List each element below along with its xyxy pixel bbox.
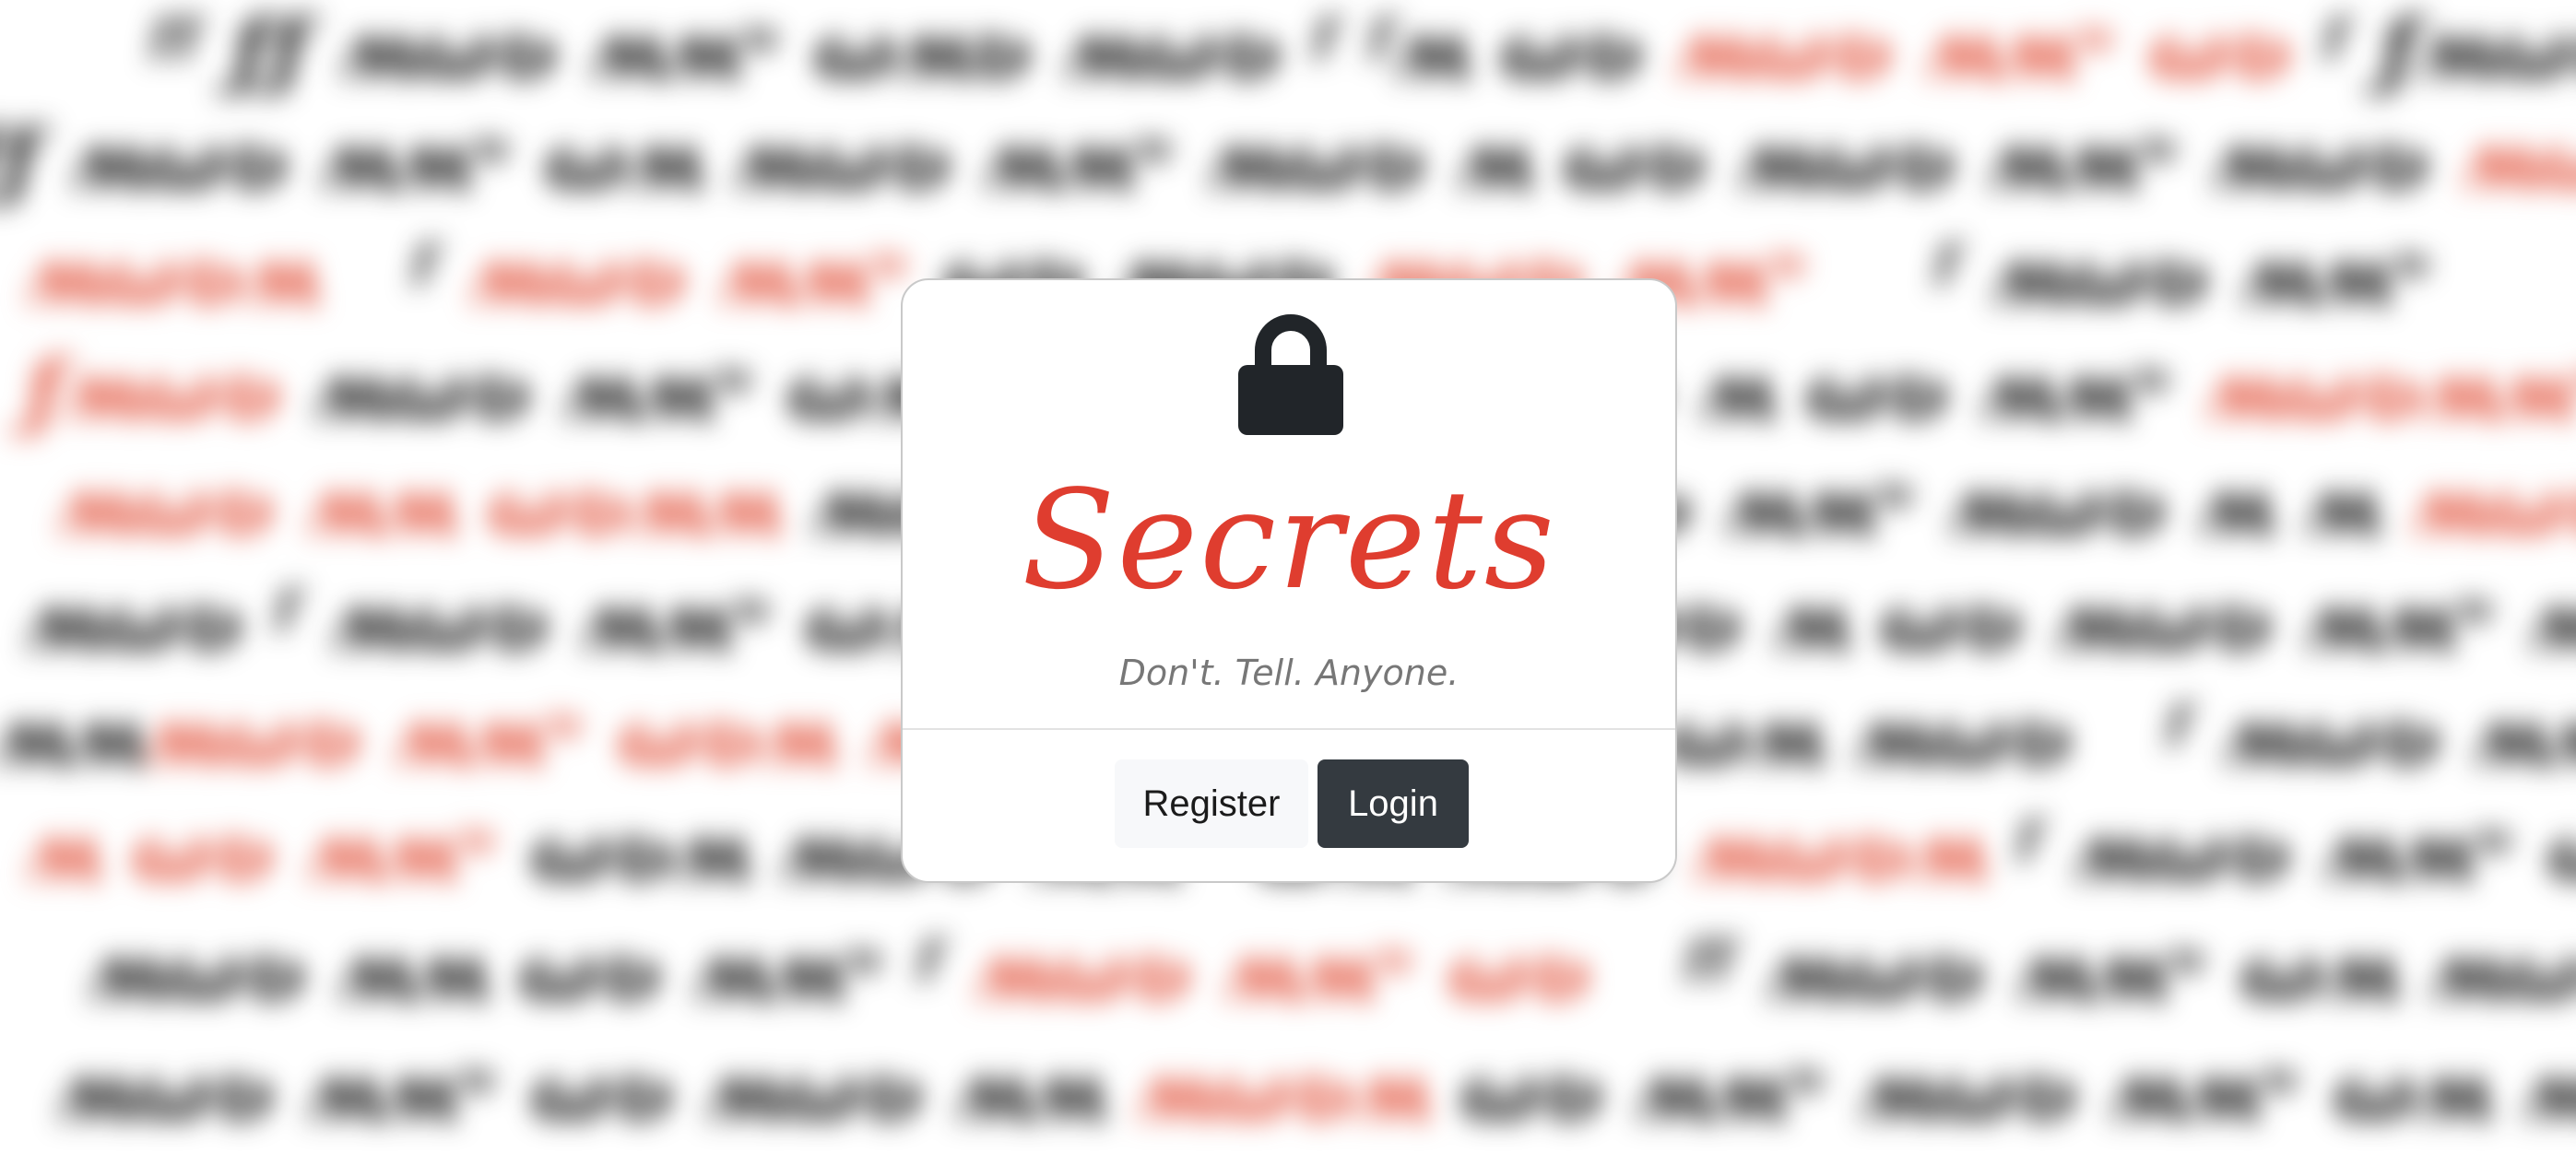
- page-title: Secrets: [1022, 461, 1556, 619]
- secrets-card: Secrets Don't. Tell. Anyone. Register Lo…: [901, 278, 1677, 883]
- page: Secrets Don't. Tell. Anyone. Register Lo…: [0, 0, 2576, 1128]
- tagline: Don't. Tell. Anyone.: [1118, 653, 1459, 693]
- login-button[interactable]: Login: [1318, 759, 1469, 848]
- divider: [903, 728, 1675, 730]
- lock-icon: [1238, 314, 1343, 435]
- register-button[interactable]: Register: [1115, 759, 1308, 848]
